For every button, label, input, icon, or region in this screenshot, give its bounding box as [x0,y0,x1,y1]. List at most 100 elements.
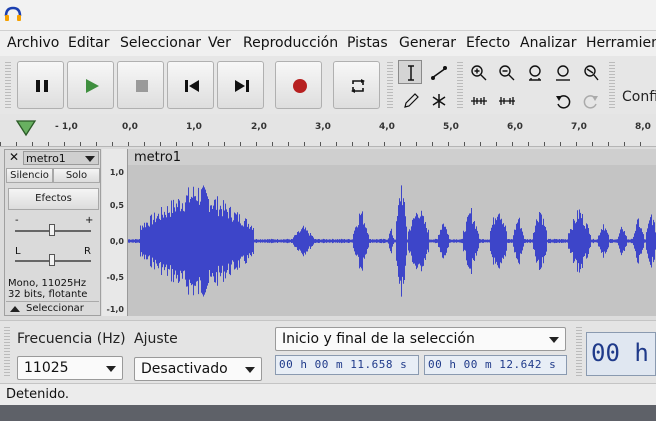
ruler-tick [224,142,225,146]
chevron-down-icon [549,337,559,343]
ruler-tick [208,142,209,146]
envelope-icon [431,66,447,80]
envelope-tool[interactable] [426,60,450,84]
multi-tool[interactable] [426,88,450,112]
ruler-tick [112,142,113,146]
menu-herramientas[interactable]: Herramien [586,35,656,51]
solo-button[interactable]: Solo [53,168,100,183]
tick-label: 6,0 [507,122,523,132]
silence-audio-icon [499,97,515,105]
trim-outside-button[interactable] [466,88,490,112]
track-control-panel[interactable]: ✕ metro1 Silencio Solo Efectos - + L R M… [4,149,101,316]
select-track-button[interactable]: Seleccionar [6,301,99,316]
tick-label: 2,0 [251,122,267,132]
ruler-tick [0,142,1,146]
selection-end-time[interactable]: 00 h 00 m 12.642 s [424,355,567,375]
pan-slider[interactable] [49,254,55,266]
selection-tool[interactable] [398,60,422,84]
zoom-out-button[interactable] [494,60,518,84]
ruler-tick [560,142,561,146]
waveform-display[interactable] [128,165,656,316]
ruler-tick [448,142,449,146]
main-toolbar [0,56,656,115]
pin-playhead-icon[interactable] [15,119,37,137]
ruler-tick [512,142,513,146]
record-button[interactable] [275,61,322,109]
ruler-tick [432,142,433,146]
menu-pistas[interactable]: Pistas [347,35,388,51]
menu-archivo[interactable]: Archivo [7,35,59,51]
gain-slider[interactable] [49,224,55,236]
menu-efecto[interactable]: Efecto [466,35,510,51]
tick-label: 3,0 [315,122,331,132]
chevron-down-icon [106,366,116,372]
gain-minus-label: - [15,215,19,226]
timeline-ruler[interactable]: - 1,0 0,0 1,0 2,0 3,0 4,0 5,0 6,0 7,0 8,… [0,114,656,147]
fit-selection-button[interactable] [522,60,546,84]
menu-reproduccion[interactable]: Reproducción [243,35,338,51]
snap-to-combo[interactable]: Desactivado [134,357,262,381]
stop-button[interactable] [117,61,164,109]
ruler-tick [160,142,161,146]
ruler-tick [256,142,257,146]
edit-grip[interactable] [457,62,463,108]
ruler-tick [576,142,577,146]
audacity-headphones-icon [4,6,22,21]
track-name-dropdown[interactable]: metro1 [23,151,99,165]
selection-grip[interactable] [4,327,10,377]
selection-start-time[interactable]: 00 h 00 m 11.658 s [275,355,419,375]
menu-ver[interactable]: Ver [208,35,231,51]
toolbar-grip[interactable] [5,62,11,108]
clip-title-bar[interactable] [128,149,656,165]
mute-button[interactable]: Silencio [6,168,53,183]
menu-generar[interactable]: Generar [399,35,456,51]
track-format-info: Mono, 11025Hz [8,278,87,289]
audio-position-value: 00 h [591,339,649,367]
draw-tool[interactable] [398,88,422,112]
silence-audio-button[interactable] [494,88,518,112]
ruler-tick [528,142,529,146]
selection-mode-combo[interactable]: Inicio y final de la selección [275,327,566,351]
fit-project-button[interactable] [550,60,574,84]
ruler-tick [640,142,641,146]
project-rate-combo[interactable]: 11025 [17,356,123,380]
ruler-tick [352,142,353,146]
play-button[interactable] [67,61,114,109]
redo-button[interactable] [578,88,602,112]
selection-start-value: 00 h 00 m 11.658 s [279,358,408,371]
tools-grip[interactable] [387,62,393,108]
ruler-tick [304,142,305,146]
project-rate-value: 11025 [24,360,69,376]
desktop-strip [0,405,656,421]
tick-label: 0,0 [122,122,138,132]
record-icon [293,79,307,93]
skip-to-end-button[interactable] [217,61,264,109]
pencil-icon [404,93,419,108]
menu-bar: Archivo Editar Seleccionar Ver Reproducc… [0,31,656,56]
menu-editar[interactable]: Editar [68,35,109,51]
loop-button[interactable] [333,61,380,109]
menu-seleccionar[interactable]: Seleccionar [120,35,201,51]
clip-name: metro1 [134,150,182,165]
audio-setup-button[interactable]: Confi [622,89,656,105]
collapse-track-icon[interactable] [10,306,20,312]
zoom-toggle-button[interactable] [578,60,602,84]
pause-button[interactable] [17,61,64,109]
tick-label: 4,0 [379,122,395,132]
menu-analizar[interactable]: Analizar [520,35,577,51]
zoom-in-button[interactable] [466,60,490,84]
close-track-icon[interactable]: ✕ [9,151,19,163]
undo-button[interactable] [550,88,574,112]
ruler-tick [176,142,177,146]
chevron-down-icon [245,367,255,373]
time-grip[interactable] [576,327,582,377]
audio-position-display[interactable]: 00 h [586,332,656,376]
ruler-tick [96,142,97,146]
config-grip[interactable] [609,62,615,108]
title-bar [0,0,656,31]
skip-to-start-button[interactable] [167,61,214,109]
amplitude-scale[interactable]: 1,0 0,5 0,0 -0,5 -1,0 [102,149,128,316]
scale-label: 0,0 [109,237,124,246]
skip-to-start-icon [185,80,199,92]
effects-button[interactable]: Efectos [8,188,99,210]
